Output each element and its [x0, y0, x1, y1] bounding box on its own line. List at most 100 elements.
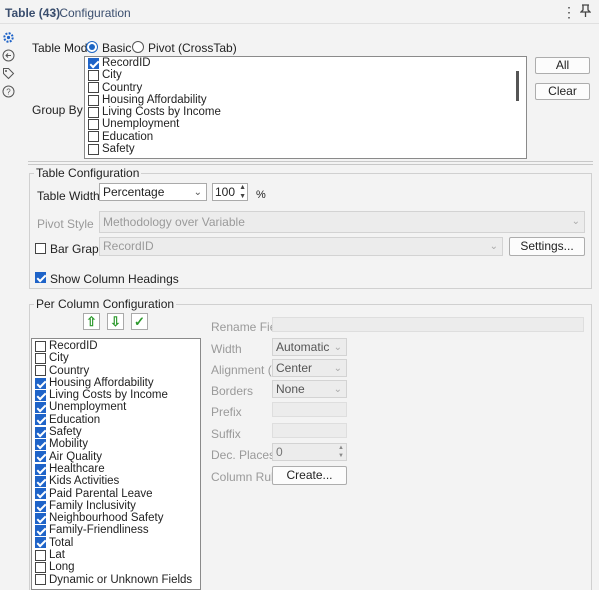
group-by-item[interactable]: City	[85, 69, 526, 81]
group-by-item-checkbox[interactable]	[88, 119, 99, 131]
column-field-item-checkbox[interactable]	[35, 512, 46, 524]
table-width-mode-select[interactable]: Percentage ⌄	[99, 183, 207, 201]
rename-field-input[interactable]	[272, 317, 584, 332]
pivot-style-select[interactable]: Methodology over Variable ⌄	[99, 211, 585, 233]
spinner-icon[interactable]: ▲ ▼	[239, 183, 246, 201]
column-field-item-label: Kids Activities	[49, 475, 120, 488]
column-field-item[interactable]: Housing Affordability	[32, 377, 200, 389]
group-by-item-checkbox[interactable]	[88, 94, 99, 106]
column-field-item-label: Family-Friendliness	[49, 524, 149, 537]
basic-radio[interactable]	[86, 41, 98, 53]
column-field-item-checkbox[interactable]	[35, 574, 46, 586]
group-by-item[interactable]: Education	[85, 131, 526, 143]
column-field-item[interactable]: Air Quality	[32, 451, 200, 463]
column-field-item-checkbox[interactable]	[35, 340, 46, 352]
column-field-item-label: Air Quality	[49, 450, 103, 463]
clear-button[interactable]: Clear	[535, 83, 590, 100]
column-field-item[interactable]: Dynamic or Unknown Fields	[32, 574, 200, 586]
more-options-icon[interactable]: ⋮	[562, 4, 576, 21]
column-field-item-checkbox[interactable]	[35, 475, 46, 487]
column-field-item[interactable]: Country	[32, 365, 200, 377]
title-bar: Table (43) - Configuration ⋮	[0, 0, 599, 24]
column-field-item[interactable]: City	[32, 352, 200, 364]
prefix-input[interactable]	[272, 402, 347, 417]
dec-places-input[interactable]: 0 ▲ ▼	[272, 443, 347, 461]
check-all-button[interactable]: ✓	[131, 313, 148, 330]
pivot-style-label: Pivot Style	[37, 217, 94, 231]
group-by-item[interactable]: Living Costs by Income	[85, 106, 526, 118]
show-column-headings-checkbox[interactable]	[35, 272, 46, 283]
column-field-item-checkbox[interactable]	[35, 451, 46, 463]
column-field-item-checkbox[interactable]	[35, 426, 46, 438]
group-by-item-checkbox[interactable]	[88, 106, 99, 118]
help-icon[interactable]: ?	[2, 85, 15, 98]
column-field-item-checkbox[interactable]	[35, 549, 46, 561]
group-by-item[interactable]: Safety	[85, 143, 526, 155]
chevron-down-icon: ⌄	[489, 241, 498, 252]
column-field-item-checkbox[interactable]	[35, 500, 46, 512]
gear-icon[interactable]	[2, 31, 15, 44]
pin-icon[interactable]	[579, 4, 592, 20]
column-field-item[interactable]: Total	[32, 537, 200, 549]
column-field-item[interactable]: Long	[32, 561, 200, 573]
pivot-radio[interactable]	[132, 41, 144, 53]
column-field-item[interactable]: Kids Activities	[32, 475, 200, 487]
column-field-item[interactable]: RecordID	[32, 340, 200, 352]
column-field-item-checkbox[interactable]	[35, 537, 46, 549]
group-by-item-checkbox[interactable]	[88, 82, 99, 94]
alignment-select[interactable]: Center ⌄	[272, 359, 347, 377]
settings-button[interactable]: Settings...	[509, 237, 585, 256]
tag-icon[interactable]	[2, 67, 15, 80]
svg-text:?: ?	[6, 88, 11, 97]
column-field-item[interactable]: Family-Friendliness	[32, 524, 200, 536]
bar-graph-checkbox[interactable]	[35, 243, 46, 254]
column-field-item-checkbox[interactable]	[35, 365, 46, 377]
group-by-item-checkbox[interactable]	[88, 143, 99, 155]
width-select[interactable]: Automatic ⌄	[272, 338, 347, 356]
group-by-item-checkbox[interactable]	[88, 131, 99, 143]
column-field-item[interactable]: Education	[32, 414, 200, 426]
column-field-item-checkbox[interactable]	[35, 463, 46, 475]
spinner-icon[interactable]: ▲ ▼	[338, 444, 344, 460]
group-by-scrollbar[interactable]	[516, 71, 519, 101]
group-by-item-checkbox[interactable]	[88, 69, 99, 81]
column-field-item[interactable]: Healthcare	[32, 463, 200, 475]
column-field-item[interactable]: Unemployment	[32, 401, 200, 413]
suffix-label: Suffix	[211, 427, 241, 441]
column-field-item[interactable]: Family Inclusivity	[32, 500, 200, 512]
table-width-value-input[interactable]: 100 ▲ ▼	[212, 183, 248, 201]
column-field-item-checkbox[interactable]	[35, 377, 46, 389]
column-field-item-label: Long	[49, 561, 75, 574]
column-field-item[interactable]: Lat	[32, 549, 200, 561]
borders-select[interactable]: None ⌄	[272, 380, 347, 398]
group-by-item[interactable]: Housing Affordability	[85, 94, 526, 106]
move-up-button[interactable]: ⇧	[83, 313, 100, 330]
column-field-item-checkbox[interactable]	[35, 352, 46, 364]
all-button[interactable]: All	[535, 57, 590, 74]
column-field-item[interactable]: Paid Parental Leave	[32, 488, 200, 500]
group-by-item-checkbox[interactable]	[88, 57, 99, 69]
group-by-item[interactable]: RecordID	[85, 57, 526, 69]
column-field-item-checkbox[interactable]	[35, 402, 46, 414]
column-field-item-checkbox[interactable]	[35, 561, 46, 573]
column-field-item-checkbox[interactable]	[35, 414, 46, 426]
back-arrow-icon[interactable]	[2, 49, 15, 62]
column-field-item[interactable]: Mobility	[32, 438, 200, 450]
suffix-input[interactable]	[272, 423, 347, 438]
chevron-down-icon: ⌄	[333, 363, 342, 374]
column-field-item-checkbox[interactable]	[35, 488, 46, 500]
create-rules-button[interactable]: Create...	[272, 466, 347, 485]
group-by-list[interactable]: RecordID City Country Housing Affordability…	[84, 56, 527, 159]
move-down-button[interactable]: ⇩	[107, 313, 124, 330]
group-by-item[interactable]: Country	[85, 82, 526, 94]
column-field-item[interactable]: Safety	[32, 426, 200, 438]
column-field-item-checkbox[interactable]	[35, 525, 46, 537]
group-by-item[interactable]: Unemployment	[85, 118, 526, 130]
column-field-item-checkbox[interactable]	[35, 389, 46, 401]
dec-places-label: Dec. Places	[211, 448, 276, 462]
column-fields-list[interactable]: RecordID City Country Housing Affordability…	[31, 338, 201, 590]
column-field-item[interactable]: Living Costs by Income	[32, 389, 200, 401]
column-field-item[interactable]: Neighbourhood Safety	[32, 512, 200, 524]
column-field-item-checkbox[interactable]	[35, 439, 46, 451]
bar-graph-field-select[interactable]: RecordID ⌄	[99, 237, 503, 256]
